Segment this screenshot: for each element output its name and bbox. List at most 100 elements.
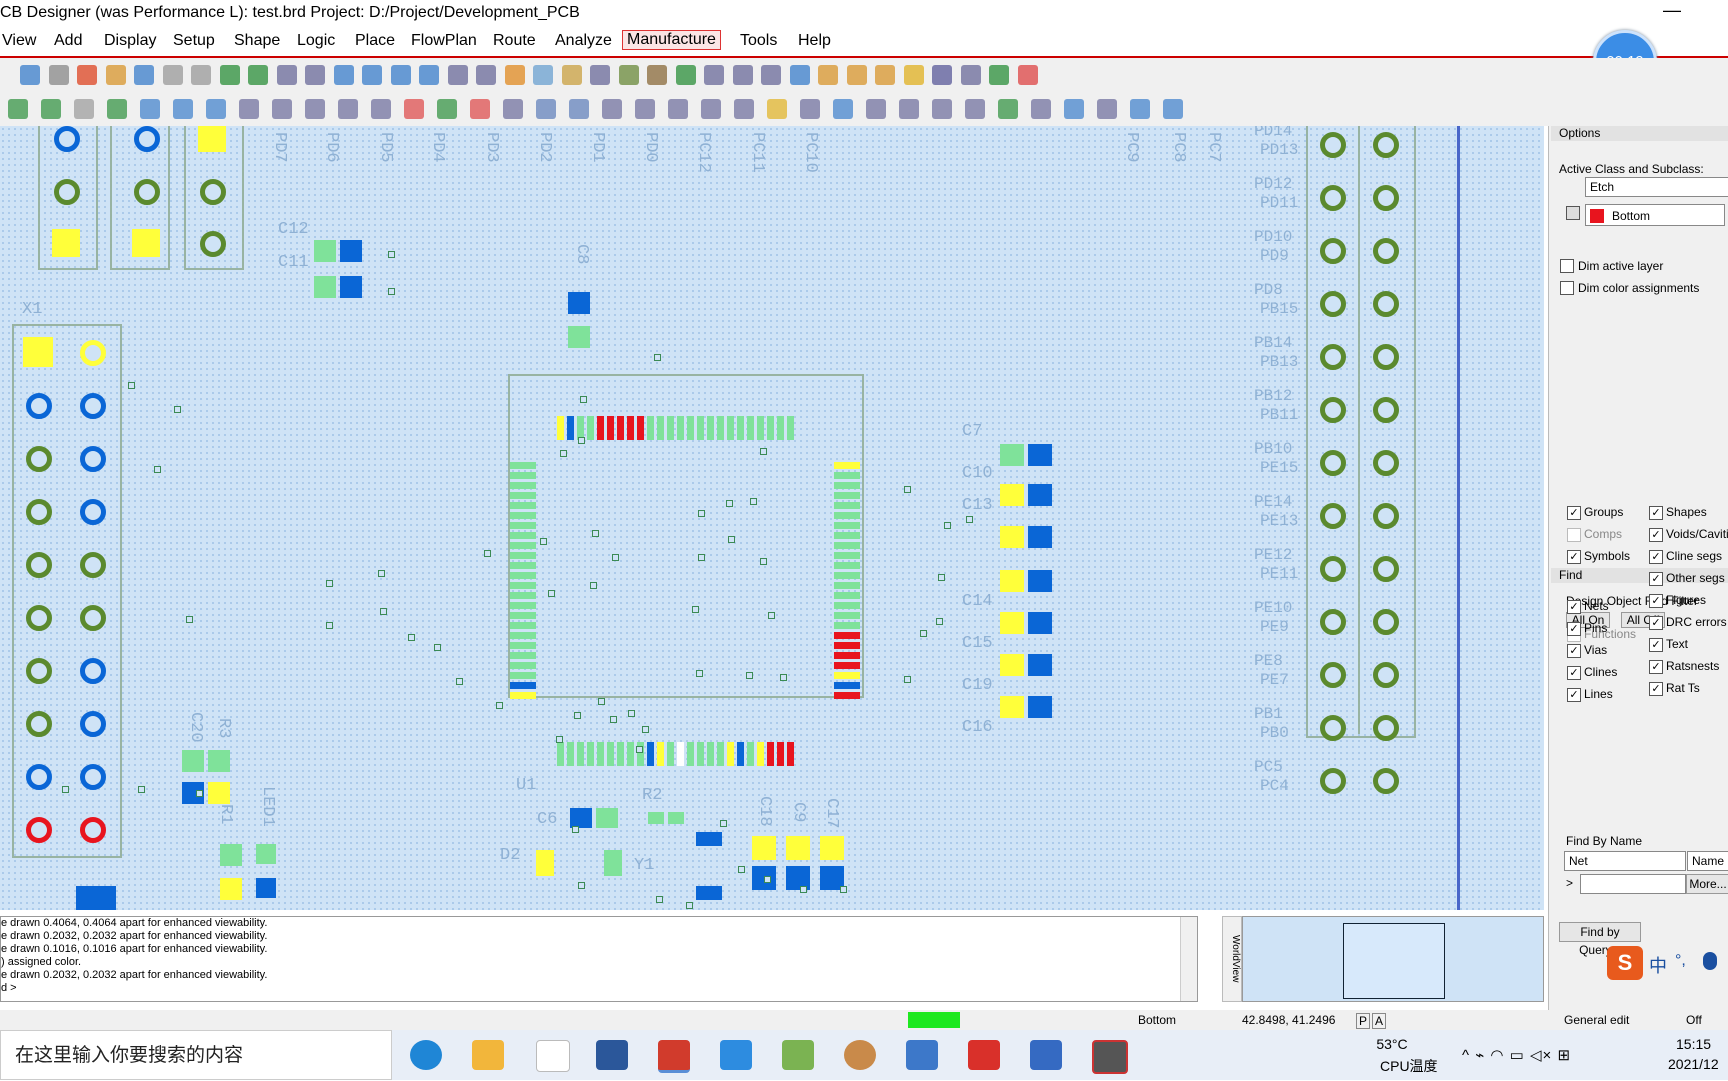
toolbar-tool-icon[interactable]: [41, 99, 61, 119]
notepad-icon[interactable]: [536, 1040, 570, 1072]
toolbar-tool-icon[interactable]: [362, 65, 382, 85]
menu-setup[interactable]: Setup: [173, 32, 215, 50]
subclass-select[interactable]: Bottom: [1585, 204, 1725, 226]
toolbar-tool-icon[interactable]: [602, 99, 622, 119]
toolbar-tool-icon[interactable]: [675, 65, 696, 85]
menu-help[interactable]: Help: [798, 32, 831, 50]
worldview-tab[interactable]: WorldView: [1222, 916, 1242, 1002]
find-filter-checkbox[interactable]: ✓: [1567, 644, 1581, 658]
find-filter-checkbox[interactable]: ✓: [1567, 550, 1581, 564]
dim-active-layer-checkbox[interactable]: [1560, 259, 1574, 273]
toolbar-tool-icon[interactable]: [219, 65, 240, 85]
toolbar-tool-icon[interactable]: [965, 99, 985, 119]
calculator-icon[interactable]: [1030, 1040, 1062, 1070]
world-view[interactable]: [1242, 916, 1544, 1002]
toolbar-tool-icon[interactable]: [833, 99, 853, 119]
toolbar-tool-icon[interactable]: [1031, 99, 1051, 119]
status-a[interactable]: A: [1372, 1013, 1387, 1029]
status-p[interactable]: P: [1356, 1013, 1371, 1029]
find-by-query-button[interactable]: Find by Query...: [1559, 922, 1641, 957]
toolbar-tool-icon[interactable]: [932, 99, 952, 119]
toolbar-tool-icon[interactable]: [998, 99, 1018, 119]
find-type-select[interactable]: Net: [1564, 851, 1686, 871]
toolbar-tool-icon[interactable]: [789, 65, 810, 85]
toolbar-tool-icon[interactable]: [191, 65, 211, 85]
system-tray-icons[interactable]: ^ ⌁ ◠ ▭ ◁× ⊞: [1462, 1046, 1571, 1064]
toolbar-tool-icon[interactable]: [569, 99, 589, 119]
toolbar-tool-icon[interactable]: [333, 65, 354, 85]
find-filter-checkbox[interactable]: ✓: [1649, 550, 1663, 564]
find-filter-checkbox[interactable]: [1567, 528, 1581, 542]
toolbar-tool-icon[interactable]: [20, 65, 40, 85]
find-filter-checkbox[interactable]: ✓: [1649, 616, 1663, 630]
toolbar-tool-icon[interactable]: [162, 65, 183, 85]
toolbar-tool-icon[interactable]: [761, 65, 781, 85]
toolbar-tool-icon[interactable]: [536, 99, 556, 119]
menu-tools[interactable]: Tools: [740, 32, 777, 50]
world-view-viewport[interactable]: [1343, 923, 1445, 999]
toolbar-tool-icon[interactable]: [248, 65, 268, 85]
toolbar-tool-icon[interactable]: [647, 65, 667, 85]
menu-place[interactable]: Place: [355, 32, 395, 50]
find-name-select[interactable]: Name: [1687, 851, 1728, 871]
menu-manufacture[interactable]: Manufacture: [622, 30, 721, 50]
toolbar-tool-icon[interactable]: [305, 99, 325, 119]
word-icon[interactable]: [596, 1040, 628, 1070]
toolbar-tool-icon[interactable]: [504, 65, 525, 85]
menu-add[interactable]: Add: [54, 32, 82, 50]
clock-time[interactable]: 15:15: [1676, 1036, 1711, 1052]
toolbar-tool-icon[interactable]: [48, 65, 69, 85]
menu-display[interactable]: Display: [104, 32, 156, 50]
find-filter-checkbox[interactable]: ✓: [1649, 594, 1663, 608]
find-filter-checkbox[interactable]: ✓: [1567, 666, 1581, 680]
feishu-icon[interactable]: [720, 1040, 752, 1070]
more-button[interactable]: More...: [1686, 874, 1728, 894]
snip-tool-icon[interactable]: [1092, 1040, 1128, 1074]
clock-date[interactable]: 2021/12: [1668, 1056, 1719, 1072]
toolbar-tool-icon[interactable]: [173, 99, 193, 119]
toolbar-tool-icon[interactable]: [140, 99, 160, 119]
toolbar-tool-icon[interactable]: [1064, 99, 1084, 119]
toolbar-tool-icon[interactable]: [8, 99, 28, 119]
dim-color-checkbox[interactable]: [1560, 281, 1574, 295]
toolbar-tool-icon[interactable]: [338, 99, 358, 119]
command-console[interactable]: e drawn 0.4064, 0.4064 apart for enhance…: [0, 916, 1198, 1002]
toolbar-tool-icon[interactable]: [276, 65, 297, 85]
toolbar-tool-icon[interactable]: [590, 65, 610, 85]
toolbar-tool-icon[interactable]: [1097, 99, 1117, 119]
toolbar-tool-icon[interactable]: [668, 99, 688, 119]
find-filter-checkbox[interactable]: ✓: [1567, 600, 1581, 614]
toolbar-tool-icon[interactable]: [846, 65, 867, 85]
microphone-icon[interactable]: [1703, 952, 1717, 970]
toolbar-tool-icon[interactable]: [618, 65, 639, 85]
toolbar-tool-icon[interactable]: [470, 99, 490, 119]
toolbar-tool-icon[interactable]: [875, 65, 895, 85]
toolbar-tool-icon[interactable]: [371, 99, 391, 119]
menu-route[interactable]: Route: [493, 32, 536, 50]
toolbar-tool-icon[interactable]: [503, 99, 523, 119]
toolbar-tool-icon[interactable]: [305, 65, 325, 85]
design-tool-icon[interactable]: [968, 1040, 1000, 1070]
find-filter-checkbox[interactable]: ✓: [1567, 688, 1581, 702]
menu-view[interactable]: View: [2, 32, 36, 50]
toolbar-tool-icon[interactable]: [134, 65, 154, 85]
toolbar-tool-icon[interactable]: [734, 99, 754, 119]
edge-icon[interactable]: [410, 1040, 442, 1070]
toolbar-tool-icon[interactable]: [272, 99, 292, 119]
find-filter-checkbox[interactable]: ✓: [1649, 638, 1663, 652]
menu-shape[interactable]: Shape: [234, 32, 280, 50]
expand-arrow[interactable]: >: [1566, 876, 1573, 890]
editor-icon[interactable]: [782, 1040, 814, 1070]
toolbar-tool-icon[interactable]: [476, 65, 496, 85]
toolbar-tool-icon[interactable]: [866, 99, 886, 119]
bear-app-icon[interactable]: [844, 1040, 876, 1070]
archive-icon[interactable]: [906, 1040, 938, 1070]
toolbar-tool-icon[interactable]: [932, 65, 952, 85]
toolbar-tool-icon[interactable]: [447, 65, 468, 85]
toolbar-tool-icon[interactable]: [635, 99, 655, 119]
toolbar-tool-icon[interactable]: [239, 99, 259, 119]
toolbar-tool-icon[interactable]: [903, 65, 924, 85]
subclass-color-checkbox[interactable]: [1566, 206, 1580, 220]
find-filter-checkbox[interactable]: ✓: [1649, 506, 1663, 520]
minimize-button[interactable]: —: [1663, 0, 1681, 21]
